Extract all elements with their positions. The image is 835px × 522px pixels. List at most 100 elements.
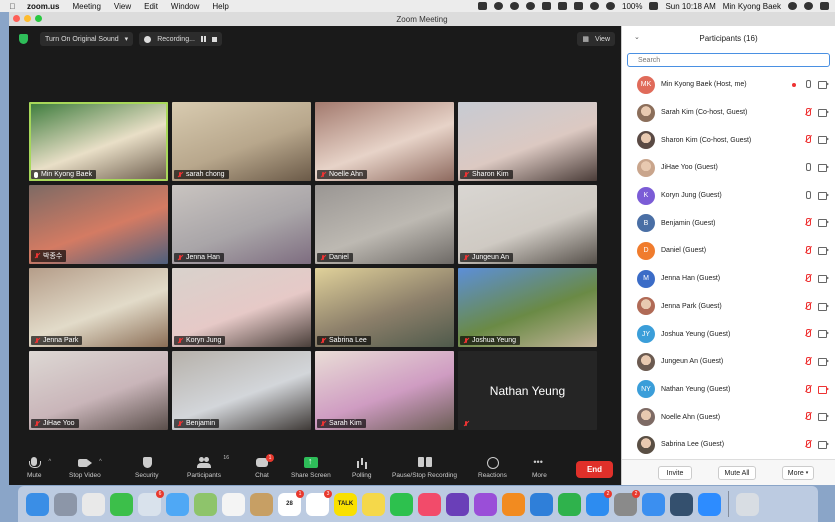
system-preferences-icon[interactable]: 2 [614,489,640,516]
battery-icon[interactable] [649,2,659,10]
video-camera-icon[interactable] [818,135,829,145]
stop-video-button[interactable]: ^ Stop Video [69,457,102,479]
maps-icon[interactable] [194,492,217,516]
participant-search-input[interactable]: Search [627,53,830,67]
fullscreen-window-button[interactable] [35,15,42,22]
status-icon[interactable] [494,2,503,10]
video-off-icon[interactable] [818,385,829,394]
muted-microphone-icon[interactable] [804,135,812,144]
zoom-icon[interactable] [698,492,721,516]
menu-meeting[interactable]: Meeting [72,2,100,11]
video-camera-icon[interactable] [818,302,829,311]
muted-microphone-icon[interactable] [804,273,812,283]
end-meeting-button[interactable]: End [576,461,613,478]
participant-row[interactable]: Noelle Ahn (Guest) [622,403,835,431]
participant-row[interactable]: B Benjamin (Guest) [622,209,835,237]
video-camera-icon[interactable] [818,246,829,256]
bluetooth-icon[interactable] [574,2,583,10]
app-store-icon[interactable]: 2 [586,489,612,516]
pause-stop-recording-button[interactable]: Pause/Stop Recording [392,457,457,479]
keynote-icon[interactable] [530,492,553,516]
quicktime-icon[interactable] [670,492,693,516]
video-camera-icon[interactable] [818,80,829,89]
minimize-window-button[interactable] [24,15,31,22]
menu-user[interactable]: Min Kyong Baek [723,2,781,11]
participant-row[interactable]: Jungeun An (Guest) [622,348,835,376]
video-tile[interactable]: Noelle Ahn [315,102,454,181]
video-camera-icon[interactable] [818,357,829,366]
preview-icon[interactable]: 6 [138,489,164,516]
menu-help[interactable]: Help [212,2,228,11]
trash-icon[interactable] [736,492,759,516]
encryption-shield-icon[interactable] [19,34,28,44]
muted-microphone-icon[interactable] [804,412,812,421]
video-camera-icon[interactable] [818,191,829,200]
video-camera-icon[interactable] [818,163,829,173]
view-button[interactable]: ▦ View [577,32,615,46]
video-tile[interactable]: Benjamin [172,351,311,430]
video-camera-icon[interactable] [818,108,829,117]
spotlight-icon[interactable] [788,2,797,10]
video-tile[interactable]: sarah chong [172,102,311,181]
zoom-status-icon[interactable] [478,2,487,10]
video-options-caret[interactable]: ^ [99,459,102,465]
pause-recording-icon[interactable] [200,36,206,42]
video-camera-icon[interactable] [818,412,829,422]
reminders-icon[interactable]: 3 [306,489,332,516]
video-camera-icon[interactable] [818,329,829,339]
books-icon[interactable] [502,492,525,516]
participant-row[interactable]: K Koryn Jung (Guest) [622,182,835,210]
airplay-icon[interactable] [542,2,551,10]
calendar-icon[interactable]: 28 1 [278,489,304,516]
video-tile[interactable]: Sharon Kim [458,102,597,181]
invite-button[interactable]: Invite [658,466,692,480]
line-icon[interactable] [390,492,413,516]
participant-row[interactable]: M Jenna Han (Guest) [622,265,835,293]
video-tile[interactable]: Nathan Yeung [458,351,597,430]
video-tile[interactable]: Jungeun An [458,185,597,264]
muted-microphone-icon[interactable] [804,439,812,449]
evernote-icon[interactable] [558,492,581,516]
mute-options-caret[interactable]: ^ [48,459,51,465]
video-tile[interactable]: Min Kyong Baek [29,102,168,181]
microphone-icon[interactable] [804,163,812,172]
video-tile[interactable]: JiHae Yoo [29,351,168,430]
microphone-icon[interactable] [804,190,812,200]
music-icon[interactable] [418,492,441,516]
polling-button[interactable]: Polling [352,457,372,479]
control-icon[interactable] [820,2,829,10]
more-options-button[interactable]: More ▾ [782,466,814,480]
notes-folder-icon[interactable] [250,492,273,516]
video-tile[interactable]: Koryn Jung [172,268,311,347]
siri-icon[interactable] [804,2,813,10]
muted-microphone-icon[interactable] [804,218,812,227]
volume-icon[interactable] [606,2,615,10]
mute-button[interactable]: ^ Mute [27,457,51,479]
microphone-icon[interactable] [804,80,812,89]
muted-microphone-icon[interactable] [804,301,812,311]
collapse-chevron-icon[interactable]: ⌄ [634,33,640,41]
participant-row[interactable]: Sharon Kim (Co-host, Guest) [622,126,835,154]
video-tile[interactable]: Jenna Park [29,268,168,347]
reactions-button[interactable]: Reactions [478,457,507,479]
safari-icon[interactable] [642,492,665,516]
mute-all-button[interactable]: Mute All [718,466,756,480]
chat-button[interactable]: 1 Chat [255,454,274,479]
participant-row[interactable]: D Daniel (Guest) [622,237,835,265]
menu-edit[interactable]: Edit [144,2,158,11]
original-sound-button[interactable]: Turn On Original Sound ▾ [40,32,134,46]
more-button[interactable]: More [532,457,547,479]
close-window-button[interactable] [13,15,20,22]
stop-recording-icon[interactable] [211,36,217,42]
video-camera-icon[interactable] [818,440,829,449]
muted-microphone-icon[interactable] [804,356,812,366]
video-tile[interactable]: Jenna Han [172,185,311,264]
chrome-icon[interactable] [82,492,105,516]
imovie-icon[interactable] [446,492,469,516]
participants-button[interactable]: 16 Participants [187,455,229,479]
kakaotalk-icon[interactable]: TALK [334,492,357,516]
participant-row[interactable]: Sarah Kim (Co-host, Guest) [622,99,835,127]
participant-row[interactable]: JY Joshua Yeung (Guest) [622,320,835,348]
finder-icon[interactable] [26,492,49,516]
kakao-status-icon[interactable] [510,2,519,10]
